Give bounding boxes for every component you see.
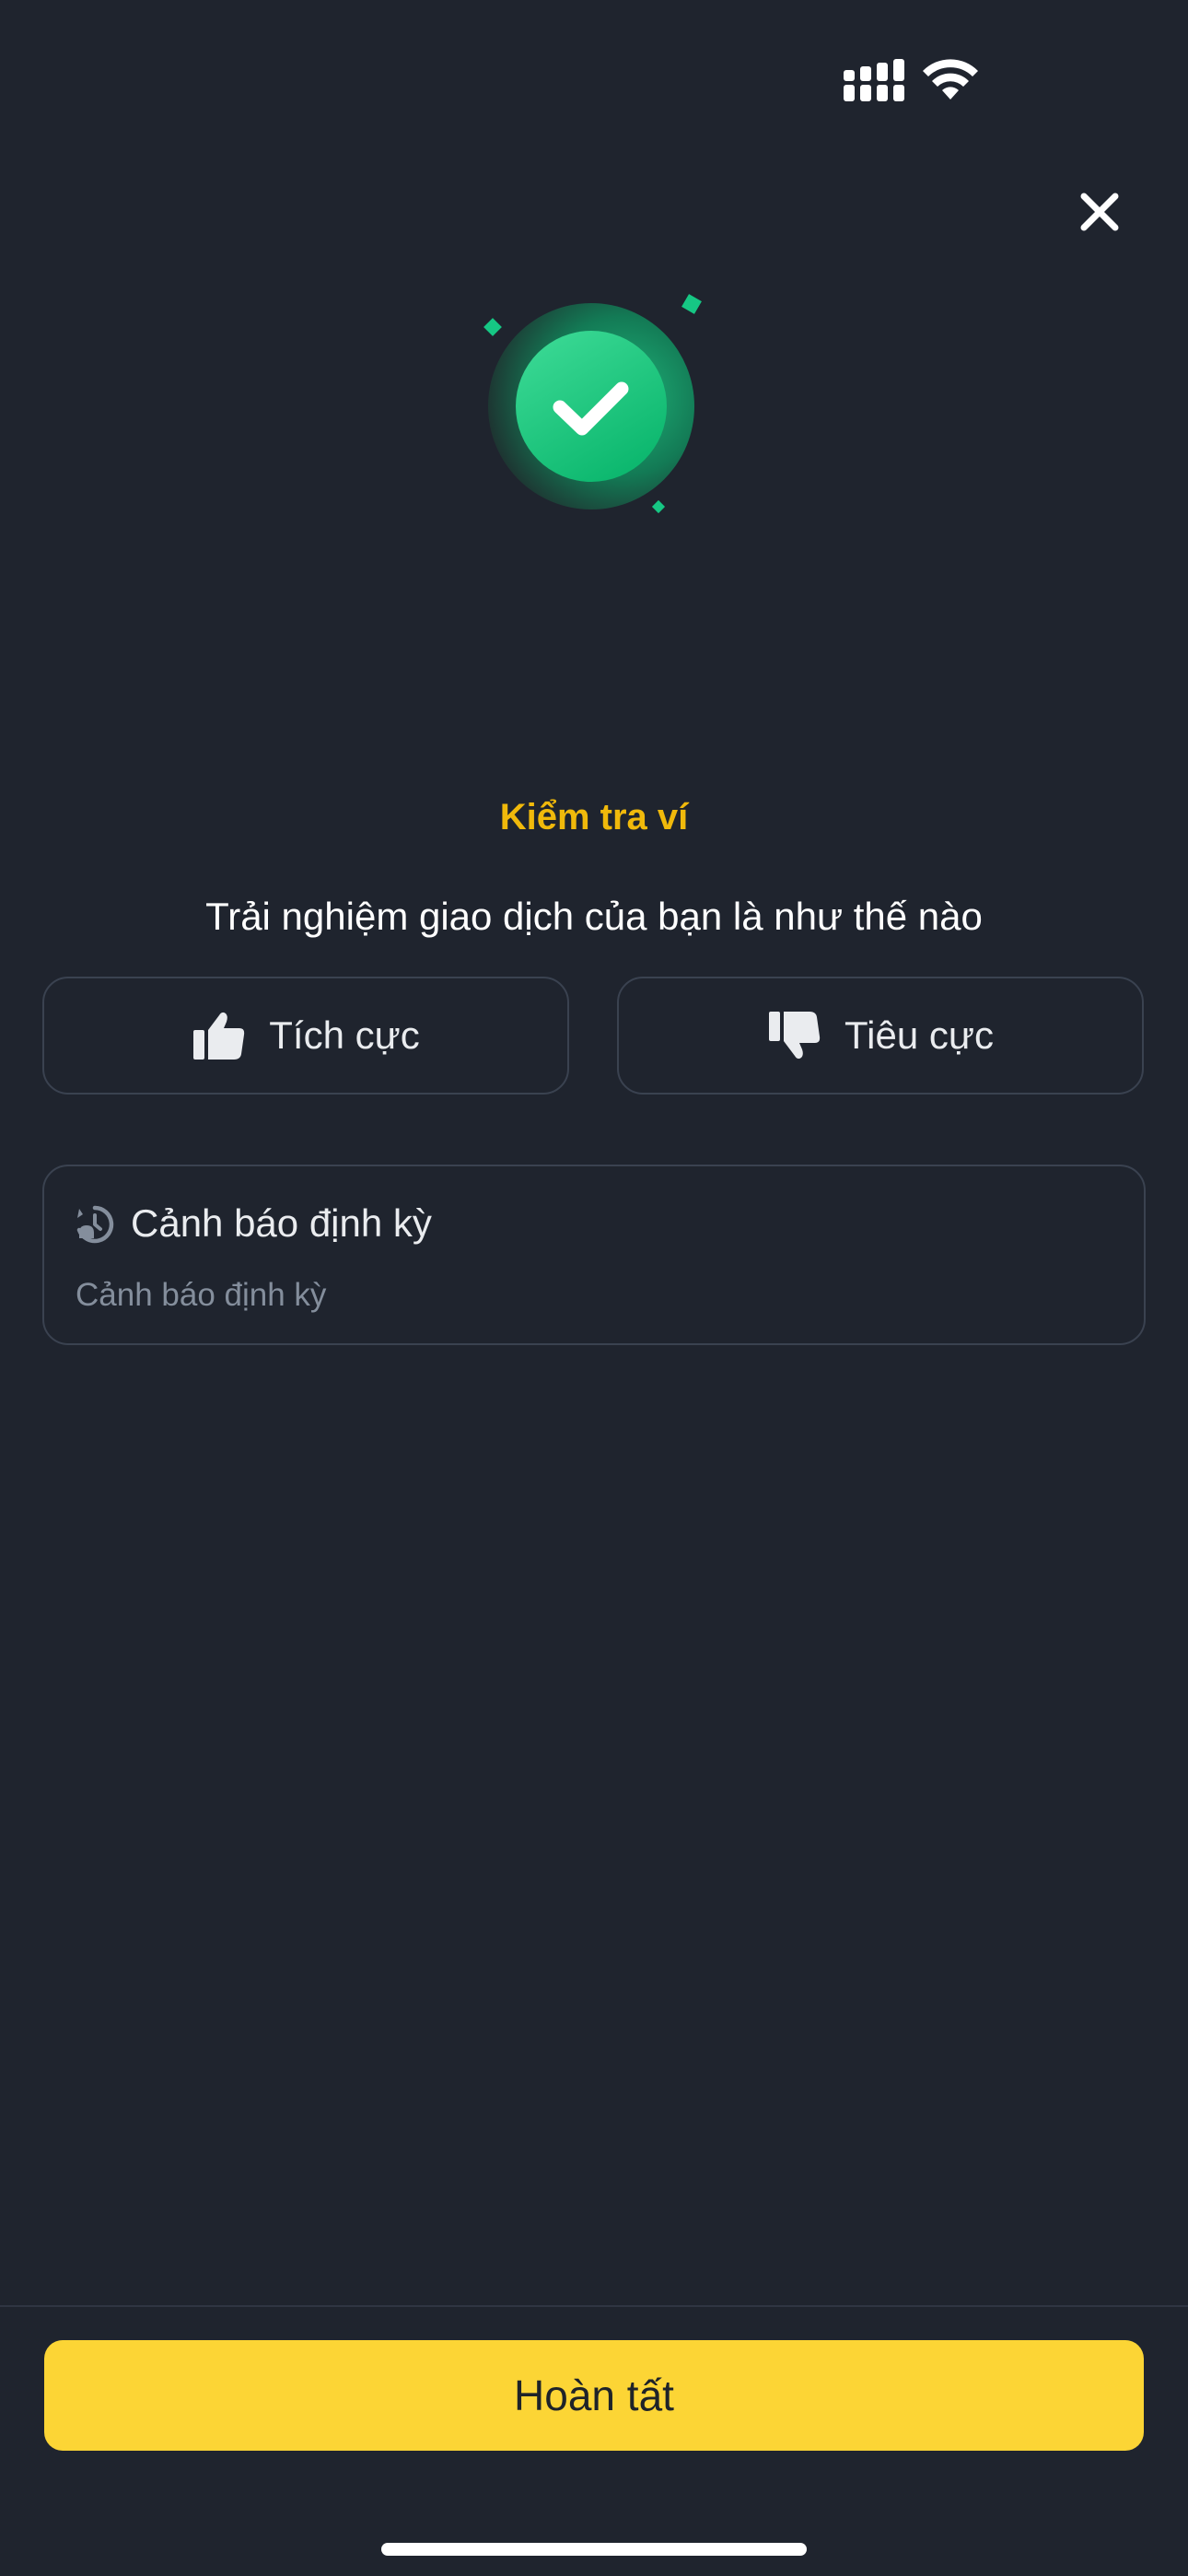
recurring-alert-icon: [76, 1205, 114, 1244]
page-subtitle: Kiểm tra ví: [499, 797, 689, 837]
success-check-icon: [483, 294, 702, 514]
positive-feedback-label: Tích cực: [269, 1013, 420, 1057]
positive-feedback-button[interactable]: Tích cực: [42, 977, 569, 1095]
recurring-alert-title: Cảnh báo định kỳ: [131, 1201, 432, 1245]
footer-divider: [0, 2305, 1188, 2307]
home-indicator: [381, 2543, 807, 2556]
close-button[interactable]: [1072, 184, 1127, 240]
wifi-icon: [923, 59, 978, 100]
negative-feedback-button[interactable]: Tiêu cực: [617, 977, 1144, 1095]
recurring-alert-description: Cảnh báo định kỳ: [76, 1277, 327, 1313]
feedback-question: Trải nghiệm giao dịch của bạn là như thế…: [205, 895, 983, 938]
close-icon: [1080, 193, 1119, 231]
cellular-signal-icon: [844, 59, 904, 101]
thumbs-down-icon: [769, 1012, 821, 1060]
thumbs-up-icon: [193, 1012, 245, 1060]
negative-feedback-label: Tiêu cực: [844, 1013, 994, 1057]
done-button[interactable]: Hoàn tất: [44, 2340, 1144, 2451]
recurring-alert-card[interactable]: Cảnh báo định kỳ Cảnh báo định kỳ: [42, 1165, 1146, 1345]
